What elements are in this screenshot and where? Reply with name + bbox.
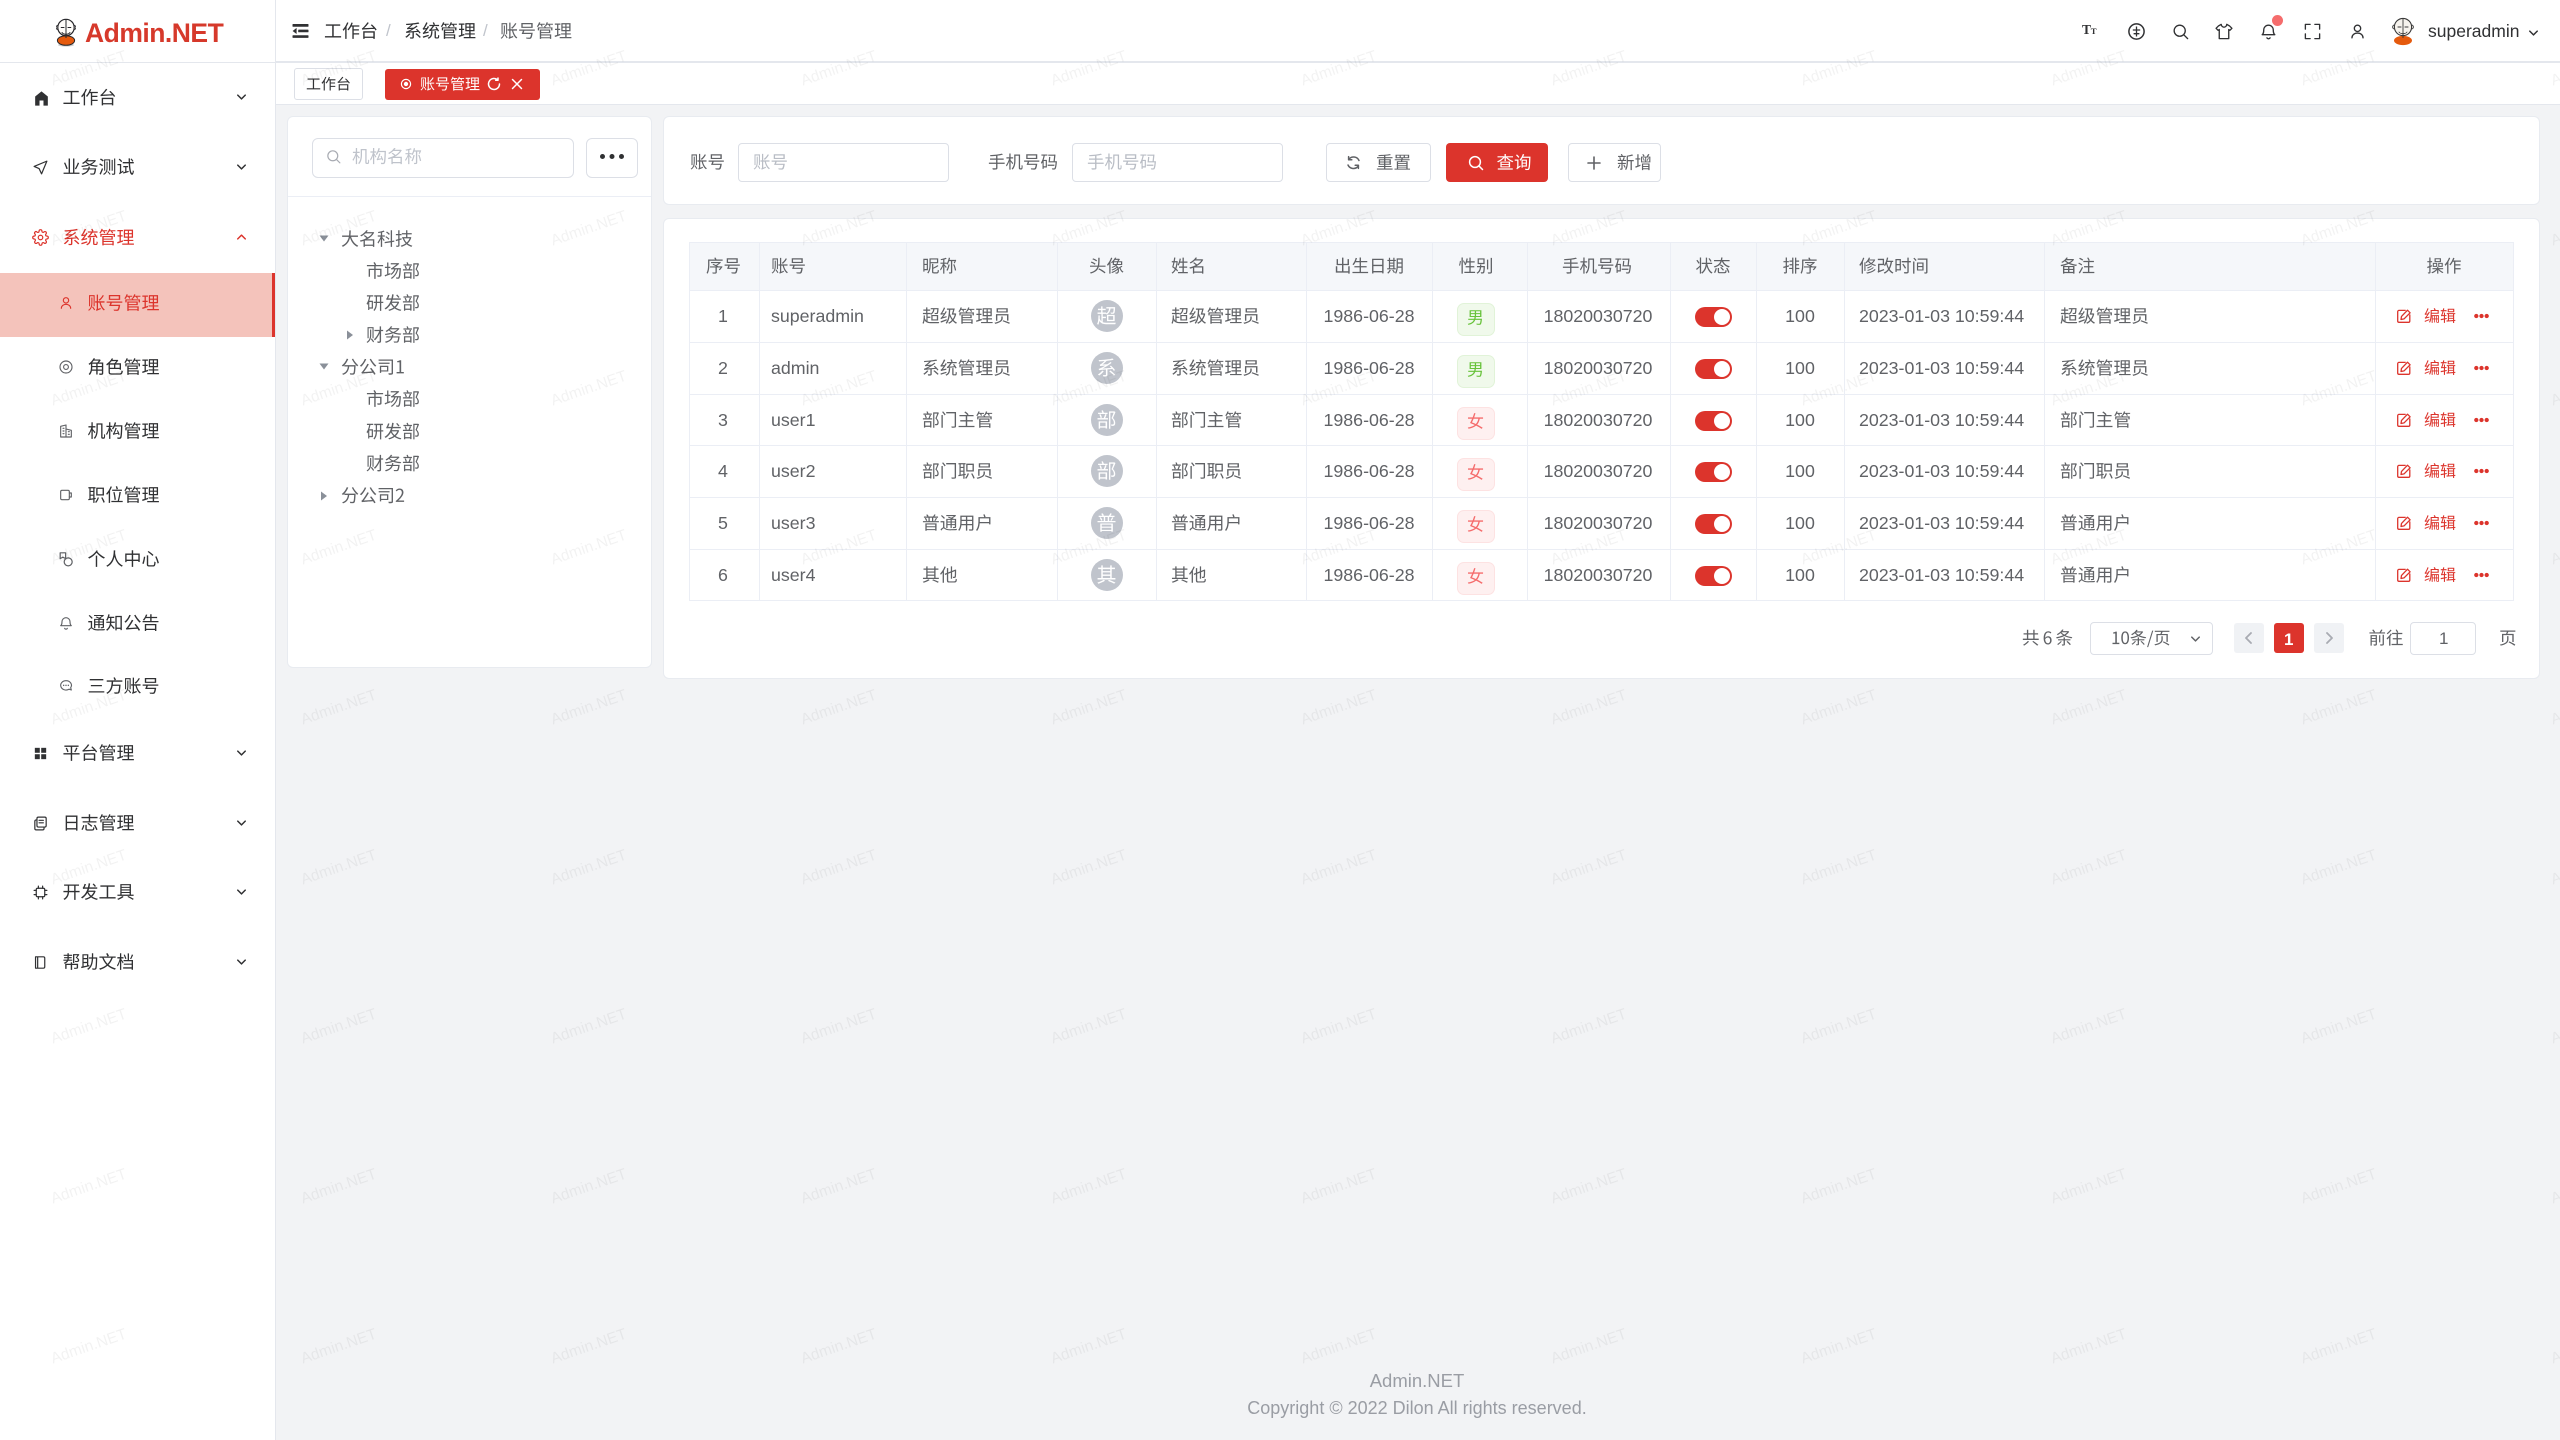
svg-text:T: T <box>2091 26 2097 36</box>
svg-text:T: T <box>2082 22 2091 37</box>
